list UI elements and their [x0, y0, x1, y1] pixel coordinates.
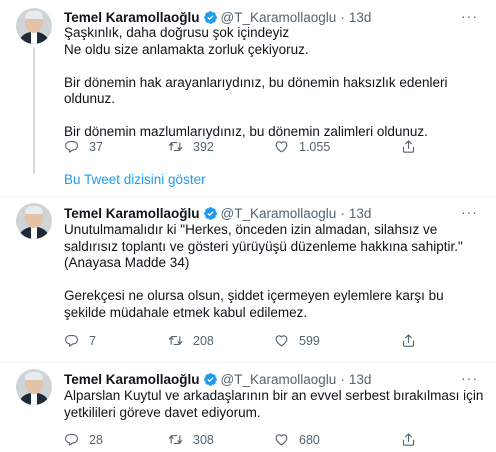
reply-icon — [64, 333, 79, 348]
more-icon[interactable]: ··· — [461, 204, 478, 220]
user-handle[interactable]: @T_Karamollaoglu — [221, 372, 337, 387]
tweet[interactable]: Temel Karamollaoğlu @T_Karamollaoglu · 1… — [0, 0, 496, 174]
show-thread-link[interactable]: Bu Tweet dizisini göster — [64, 172, 206, 187]
tweet-actions: 37 392 1.055 — [64, 139, 484, 157]
retweet-icon — [168, 333, 183, 348]
avatar[interactable] — [16, 203, 52, 239]
more-icon[interactable]: ··· — [461, 370, 478, 386]
verified-badge-icon — [203, 206, 218, 221]
reply-count: 28 — [89, 432, 103, 447]
display-name[interactable]: Temel Karamollaoğlu — [64, 206, 200, 221]
share-button[interactable] — [401, 333, 426, 348]
user-handle[interactable]: @T_Karamollaoglu — [221, 206, 337, 221]
timestamp[interactable]: 13d — [349, 10, 372, 25]
tweet-text: Alparslan Kuytul ve arkadaşlarının bir a… — [64, 388, 484, 420]
reply-button[interactable]: 7 — [64, 333, 96, 348]
retweet-button[interactable]: 208 — [168, 333, 214, 348]
tweet-actions: 7 208 599 — [64, 333, 484, 351]
timestamp[interactable]: 13d — [349, 372, 372, 387]
retweet-icon — [168, 432, 183, 447]
verified-badge-icon — [203, 10, 218, 25]
retweet-count: 308 — [193, 432, 214, 447]
like-icon — [274, 432, 289, 447]
tweet-text: Unutulmamalıdır ki "Herkes, önceden izin… — [64, 222, 463, 320]
tweet-feed: Temel Karamollaoğlu @T_Karamollaoglu · 1… — [0, 0, 496, 452]
like-button[interactable]: 1.055 — [274, 139, 330, 154]
tweet[interactable]: Temel Karamollaoğlu @T_Karamollaoglu · 1… — [0, 363, 496, 452]
timestamp[interactable]: 13d — [349, 206, 372, 221]
display-name[interactable]: Temel Karamollaoğlu — [64, 10, 200, 25]
retweet-icon — [168, 139, 183, 154]
reply-count: 37 — [89, 139, 103, 154]
reply-icon — [64, 139, 79, 154]
like-icon — [274, 333, 289, 348]
like-button[interactable]: 599 — [274, 333, 320, 348]
thread-line — [33, 48, 35, 174]
reply-button[interactable]: 37 — [64, 139, 103, 154]
share-button[interactable] — [401, 432, 426, 447]
like-count: 599 — [299, 333, 320, 348]
like-count: 680 — [299, 432, 320, 447]
share-icon — [401, 432, 416, 447]
tweet-header: Temel Karamollaoğlu @T_Karamollaoglu · 1… — [64, 370, 371, 388]
separator-dot: · — [340, 371, 345, 387]
reply-button[interactable]: 28 — [64, 432, 103, 447]
share-icon — [401, 333, 416, 348]
verified-badge-icon — [203, 372, 218, 387]
more-icon[interactable]: ··· — [461, 8, 478, 24]
avatar[interactable] — [16, 369, 52, 405]
like-icon — [274, 139, 289, 154]
share-button[interactable] — [401, 139, 426, 154]
tweet-text: Şaşkınlık, daha doğrusu şok içindeyiz Ne… — [64, 25, 448, 139]
tweet-header: Temel Karamollaoğlu @T_Karamollaoglu · 1… — [64, 8, 371, 26]
like-button[interactable]: 680 — [274, 432, 320, 447]
display-name[interactable]: Temel Karamollaoğlu — [64, 372, 200, 387]
like-count: 1.055 — [299, 139, 331, 154]
tweet[interactable]: Temel Karamollaoğlu @T_Karamollaoglu · 1… — [0, 197, 496, 357]
reply-icon — [64, 432, 79, 447]
tweet-header: Temel Karamollaoğlu @T_Karamollaoglu · 1… — [64, 204, 371, 222]
reply-count: 7 — [89, 333, 96, 348]
separator-dot: · — [340, 9, 345, 25]
retweet-button[interactable]: 392 — [168, 139, 214, 154]
avatar[interactable] — [16, 8, 52, 44]
separator-dot: · — [340, 205, 345, 221]
retweet-count: 208 — [193, 333, 214, 348]
tweet-actions: 28 308 680 — [64, 432, 484, 450]
retweet-button[interactable]: 308 — [168, 432, 214, 447]
share-icon — [401, 139, 416, 154]
user-handle[interactable]: @T_Karamollaoglu — [221, 10, 337, 25]
retweet-count: 392 — [193, 139, 214, 154]
